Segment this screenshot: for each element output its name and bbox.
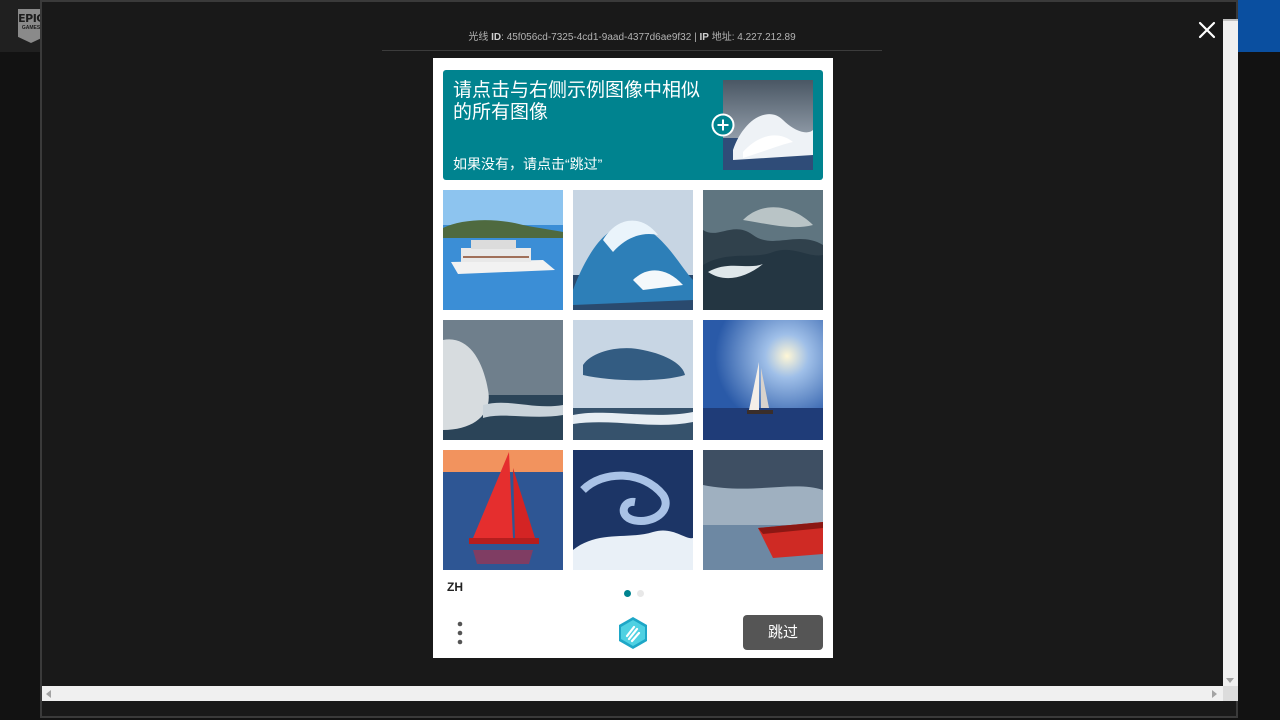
divider (382, 50, 882, 51)
vertical-scrollbar[interactable] (1223, 19, 1238, 687)
ip-suffix: 地址 (711, 32, 732, 43)
example-image (723, 80, 813, 170)
ray-prefix: 光线 (468, 32, 489, 43)
language-selector[interactable]: ZH (447, 580, 463, 594)
scroll-right-arrow-icon[interactable] (1212, 690, 1217, 698)
horizontal-scrollbar[interactable] (42, 686, 1223, 701)
scroll-thumb[interactable] (1223, 19, 1238, 21)
image-grid (443, 190, 823, 570)
tile-swirling-wave[interactable] (573, 450, 693, 570)
skip-button[interactable]: 跳过 (743, 615, 823, 650)
ray-id-label: ID (491, 32, 502, 43)
scroll-left-arrow-icon[interactable] (46, 690, 51, 698)
tile-large-wave[interactable] (573, 190, 693, 310)
tile-sailboat-sunset[interactable] (703, 320, 823, 440)
ip-value: 4.227.212.89 (737, 32, 796, 43)
ray-id-line: 光线 ID: 45f056cd-7325-4cd1-9aad-4377d6ae9… (468, 32, 796, 43)
close-icon[interactable] (1196, 19, 1218, 41)
tile-red-sailboat[interactable] (443, 450, 563, 570)
scrollbar-corner (1223, 686, 1238, 701)
ray-id-value: 45f056cd-7325-4cd1-9aad-4377d6ae9f32 (506, 32, 692, 43)
prompt-title: 请点击与右侧示例图像中相似的所有图像 (453, 80, 701, 123)
prompt-subtitle: 如果没有，请点击“跳过” (453, 156, 603, 172)
plus-icon[interactable] (711, 113, 735, 137)
tile-cruise-ship[interactable] (443, 190, 563, 310)
tile-stormy-sea[interactable] (703, 190, 823, 310)
captcha-modal: 光线 ID: 45f056cd-7325-4cd1-9aad-4377d6ae9… (40, 0, 1238, 718)
menu-dots-icon[interactable] (455, 620, 465, 646)
ray-separator: | (694, 32, 697, 43)
challenge-prompt: 请点击与右侧示例图像中相似的所有图像 如果没有，请点击“跳过” (443, 70, 823, 180)
page-dot (637, 590, 644, 597)
hcaptcha-challenge: 请点击与右侧示例图像中相似的所有图像 如果没有，请点击“跳过” ZH 跳过 (433, 58, 833, 658)
tile-sea-spray[interactable] (443, 320, 563, 440)
ip-label: IP (699, 32, 709, 43)
page-dot-active (624, 590, 631, 597)
logo-bottom-text: GAMES (21, 25, 41, 31)
tile-red-boat[interactable] (703, 450, 823, 570)
scroll-down-arrow-icon[interactable] (1226, 678, 1234, 683)
tile-storm-cloud[interactable] (573, 320, 693, 440)
header-button[interactable] (1238, 0, 1280, 52)
hcaptcha-logo-icon[interactable] (616, 616, 650, 650)
